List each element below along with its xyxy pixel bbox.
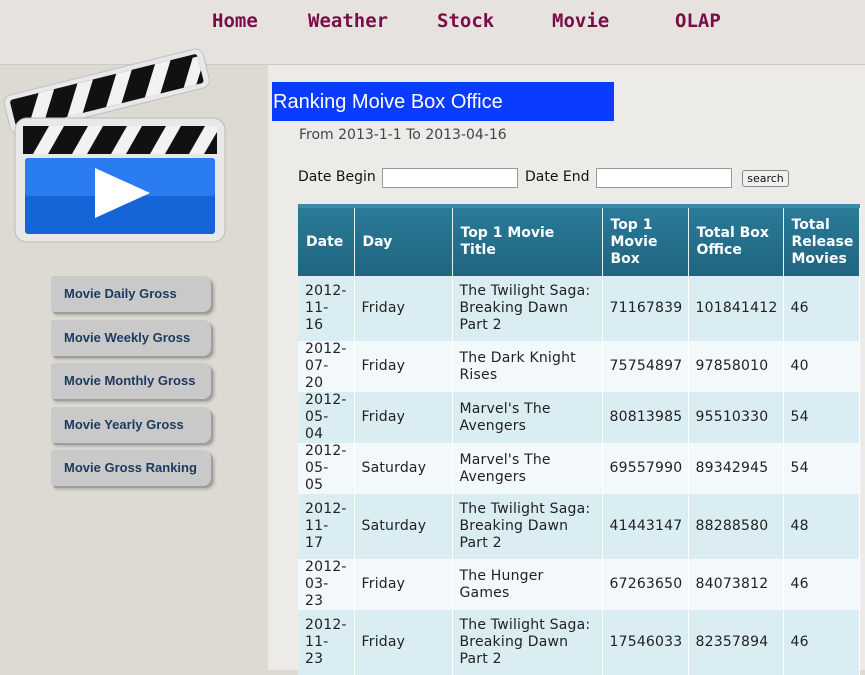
- sidebar-item-weekly-gross[interactable]: Movie Weekly Gross: [51, 320, 211, 356]
- header-day[interactable]: Day: [354, 204, 453, 276]
- header-total-box-office[interactable]: Total Box Office: [688, 204, 784, 276]
- header-total-release-movies[interactable]: Total Release Movies: [783, 204, 860, 276]
- cell-date: 2012-11-23: [298, 610, 355, 675]
- table-row: 2012-05-05 Saturday Marvel's The Avenger…: [298, 443, 860, 494]
- cell-day: Friday: [354, 392, 453, 443]
- cell-date: 2012-11-16: [298, 276, 355, 341]
- date-begin-label: Date Begin: [298, 169, 376, 185]
- sidebar-item-monthly-gross[interactable]: Movie Monthly Gross: [51, 363, 211, 399]
- header-top-movie-box[interactable]: Top 1 Movie Box: [602, 204, 689, 276]
- date-end-input[interactable]: [596, 168, 732, 188]
- cell-top-box: 67263650: [602, 559, 689, 610]
- cell-title: Marvel's The Avengers: [452, 392, 603, 443]
- cell-title: The Dark Knight Rises: [452, 341, 603, 392]
- cell-date: 2012-05-04: [298, 392, 355, 443]
- cell-day: Friday: [354, 559, 453, 610]
- cell-day: Saturday: [354, 443, 453, 494]
- cell-total-box: 88288580: [688, 494, 784, 559]
- cell-day: Saturday: [354, 494, 453, 559]
- cell-date: 2012-07-20: [298, 341, 355, 392]
- cell-release-count: 46: [783, 610, 860, 675]
- sidebar-item-gross-ranking[interactable]: Movie Gross Ranking: [51, 450, 211, 486]
- cell-date: 2012-05-05: [298, 443, 355, 494]
- cell-total-box: 82357894: [688, 610, 784, 675]
- nav-olap-link[interactable]: OLAP: [675, 10, 721, 32]
- nav-home-link[interactable]: Home: [212, 10, 258, 32]
- cell-release-count: 54: [783, 443, 860, 494]
- nav-stock-link[interactable]: Stock: [437, 10, 494, 32]
- sidebar-item-yearly-gross[interactable]: Movie Yearly Gross: [51, 407, 211, 443]
- cell-total-box: 101841412: [688, 276, 784, 341]
- page-title: Ranking Moive Box Office: [272, 82, 614, 121]
- cell-title: Marvel's The Avengers: [452, 443, 603, 494]
- cell-title: The Twilight Saga: Breaking Dawn Part 2: [452, 276, 603, 341]
- cell-release-count: 46: [783, 559, 860, 610]
- table-row: 2012-11-17 Saturday The Twilight Saga: B…: [298, 494, 860, 559]
- table-row: 2012-03-23 Friday The Hunger Games 67263…: [298, 559, 860, 610]
- video-clapperboard-icon: [0, 46, 230, 246]
- cell-day: Friday: [354, 276, 453, 341]
- date-end-label: Date End: [525, 169, 590, 185]
- cell-release-count: 48: [783, 494, 860, 559]
- header-date[interactable]: Date: [298, 204, 355, 276]
- cell-total-box: 95510330: [688, 392, 784, 443]
- cell-day: Friday: [354, 610, 453, 675]
- date-begin-input[interactable]: [382, 168, 518, 188]
- table-row: 2012-07-20 Friday The Dark Knight Rises …: [298, 341, 860, 392]
- table-row: 2012-05-04 Friday Marvel's The Avengers …: [298, 392, 860, 443]
- nav-weather-link[interactable]: Weather: [308, 10, 388, 32]
- cell-total-box: 97858010: [688, 341, 784, 392]
- sidebar-item-daily-gross[interactable]: Movie Daily Gross: [51, 276, 211, 312]
- table-row: 2012-11-23 Friday The Twilight Saga: Bre…: [298, 610, 860, 675]
- cell-day: Friday: [354, 341, 453, 392]
- table-header-row: Date Day Top 1 Movie Title Top 1 Movie B…: [298, 204, 860, 276]
- date-range-text: From 2013-1-1 To 2013-04-16: [299, 127, 507, 143]
- cell-top-box: 69557990: [602, 443, 689, 494]
- cell-date: 2012-11-17: [298, 494, 355, 559]
- table-row: 2012-11-16 Friday The Twilight Saga: Bre…: [298, 276, 860, 341]
- cell-title: The Twilight Saga: Breaking Dawn Part 2: [452, 610, 603, 675]
- cell-top-box: 75754897: [602, 341, 689, 392]
- cell-release-count: 40: [783, 341, 860, 392]
- cell-top-box: 17546033: [602, 610, 689, 675]
- header-top-movie-title[interactable]: Top 1 Movie Title: [452, 204, 603, 276]
- cell-top-box: 80813985: [602, 392, 689, 443]
- cell-date: 2012-03-23: [298, 559, 355, 610]
- search-button[interactable]: search: [742, 170, 789, 187]
- cell-title: The Twilight Saga: Breaking Dawn Part 2: [452, 494, 603, 559]
- box-office-table: Date Day Top 1 Movie Title Top 1 Movie B…: [298, 204, 860, 675]
- cell-total-box: 84073812: [688, 559, 784, 610]
- nav-movie-link[interactable]: Movie: [552, 10, 609, 32]
- cell-title: The Hunger Games: [452, 559, 603, 610]
- cell-release-count: 54: [783, 392, 860, 443]
- cell-top-box: 41443147: [602, 494, 689, 559]
- cell-top-box: 71167839: [602, 276, 689, 341]
- cell-release-count: 46: [783, 276, 860, 341]
- cell-total-box: 89342945: [688, 443, 784, 494]
